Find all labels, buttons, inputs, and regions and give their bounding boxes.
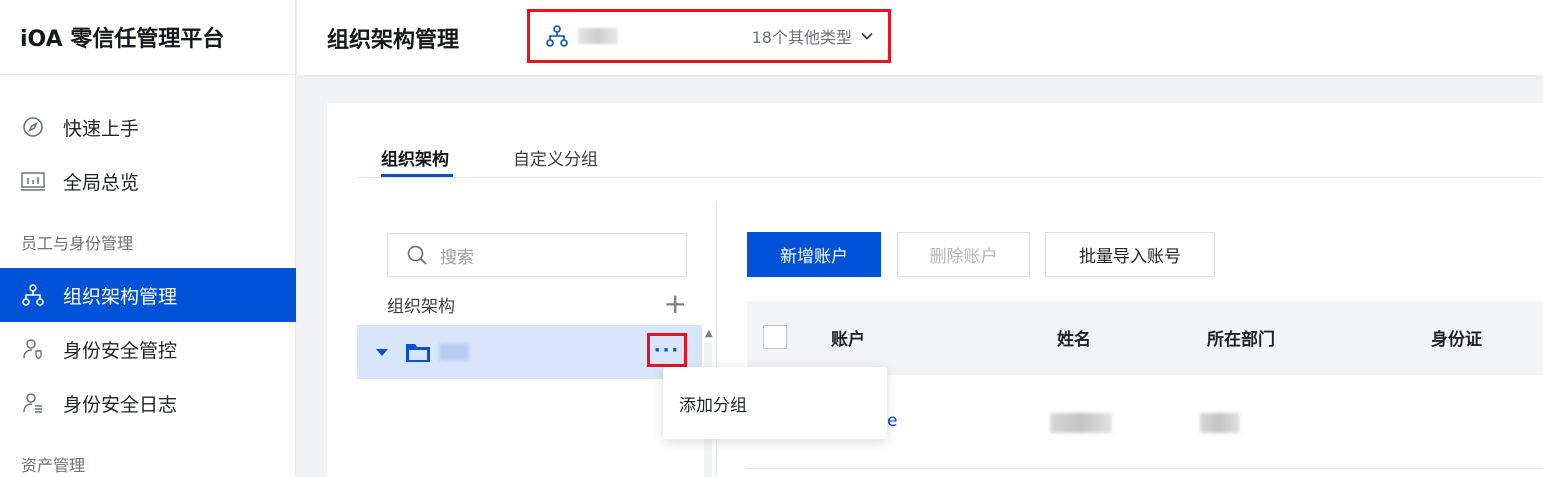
section-label-assets: 资产管理 [21, 456, 86, 475]
tab-active-indicator [381, 174, 453, 177]
tree-node-root[interactable]: ··· [357, 325, 702, 379]
org-types-label: 18个其他类型 [751, 28, 852, 47]
add-icon[interactable]: + [664, 290, 687, 318]
chevron-down-icon [860, 29, 874, 43]
sidebar-item-label: 全局总览 [63, 171, 140, 194]
org-tree-icon [546, 25, 568, 47]
org-selector[interactable]: 18个其他类型 [527, 9, 891, 63]
select-all-checkbox[interactable] [763, 325, 787, 349]
folder-icon [405, 341, 431, 363]
sidebar-item-org-management[interactable]: 组织架构管理 [0, 268, 296, 322]
batch-import-button[interactable]: 批量导入账号 [1045, 232, 1215, 277]
dashboard-icon [21, 169, 45, 193]
department-redacted [1200, 413, 1240, 433]
user-log-icon [21, 391, 45, 415]
sidebar-item-identity-log[interactable]: 身份安全日志 [0, 376, 296, 430]
section-label-identity: 员工与身份管理 [21, 234, 134, 253]
caret-down-icon[interactable] [375, 345, 389, 359]
brand-title: iOA 零信任管理平台 [0, 0, 295, 75]
delete-account-button: 删除账户 [897, 232, 1030, 277]
top-bar: 组织架构管理 18个其他类型 [297, 0, 1543, 75]
scroll-up-arrow-icon[interactable]: ▲ [705, 328, 713, 339]
sidebar-item-overview[interactable]: 全局总览 [0, 154, 296, 208]
sidebar: iOA 零信任管理平台 快速上手 全局总览 员工与身份管理 组织架构管理 身份安… [0, 0, 296, 477]
sidebar-item-label: 身份安全日志 [63, 393, 178, 416]
node-name-redacted [439, 343, 469, 361]
tab-custom-group[interactable]: 自定义分组 [513, 145, 598, 170]
search-icon [406, 244, 428, 266]
tree-heading-row: 组织架构 + [387, 290, 687, 318]
sidebar-item-label: 身份安全管控 [63, 339, 178, 362]
tree-heading: 组织架构 [387, 296, 455, 317]
search-placeholder: 搜索 [440, 247, 474, 268]
column-header-name[interactable]: 姓名 [1057, 325, 1091, 350]
tab-org-structure[interactable]: 组织架构 [381, 145, 449, 170]
column-header-account[interactable]: 账户 [831, 325, 865, 350]
org-tree-icon [21, 283, 45, 307]
more-actions-button[interactable]: ··· [647, 333, 687, 367]
search-input[interactable]: 搜索 [387, 233, 687, 277]
main-card: 组织架构 自定义分组 搜索 组织架构 + ··· ▲ 添加分组 新增账户 删除账… [327, 103, 1543, 477]
table-header: 账户 姓名 所在部门 身份证 [747, 301, 1543, 375]
account-link[interactable]: e [887, 411, 897, 431]
menu-item-add-group[interactable]: 添加分组 [679, 391, 747, 416]
page-title: 组织架构管理 [327, 28, 460, 53]
sidebar-item-label: 组织架构管理 [63, 285, 178, 308]
sidebar-item-quick-start[interactable]: 快速上手 [0, 100, 296, 154]
column-header-id-card[interactable]: 身份证 [1431, 325, 1482, 350]
org-name-redacted [578, 28, 618, 44]
add-account-button[interactable]: 新增账户 [747, 232, 881, 277]
compass-icon [21, 115, 45, 139]
sidebar-item-label: 快速上手 [63, 117, 140, 140]
node-context-menu: 添加分组 [663, 367, 887, 439]
sidebar-item-identity-security[interactable]: 身份安全管控 [0, 322, 296, 376]
tab-bar: 组织架构 自定义分组 [357, 103, 1543, 178]
column-header-department[interactable]: 所在部门 [1207, 325, 1275, 350]
user-shield-icon [21, 337, 45, 361]
name-redacted [1050, 413, 1112, 433]
